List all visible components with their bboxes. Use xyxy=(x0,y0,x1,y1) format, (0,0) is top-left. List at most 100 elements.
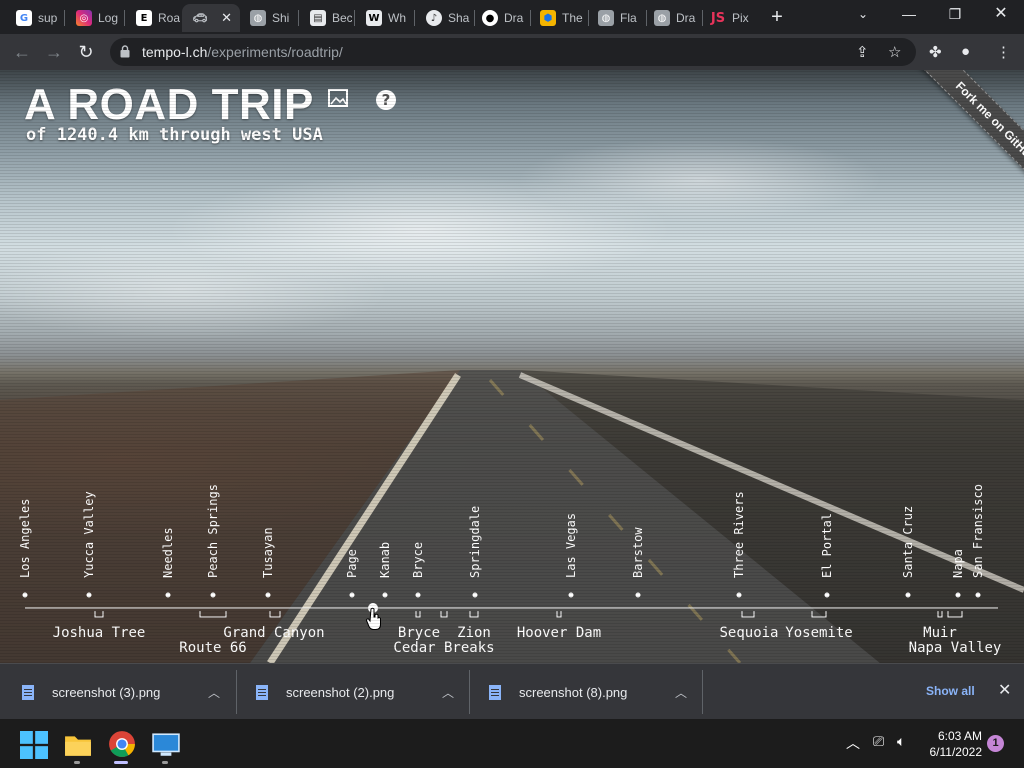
js-icon: JS xyxy=(710,10,726,26)
forward-button[interactable]: → xyxy=(42,40,66,64)
chevron-up-icon[interactable]: ︿ xyxy=(442,684,454,701)
stop-dot[interactable] xyxy=(165,592,171,598)
profile-avatar-icon[interactable]: ● xyxy=(961,43,970,60)
timeline-handle[interactable] xyxy=(368,603,378,613)
minimize-button[interactable]: — xyxy=(886,0,932,30)
stop-dot[interactable] xyxy=(905,592,911,598)
tab-wh[interactable]: W Wh xyxy=(356,4,412,32)
image-icon[interactable] xyxy=(328,89,350,109)
sight-bracket xyxy=(811,611,827,618)
share-icon[interactable]: ⇪ xyxy=(856,43,869,61)
stop-dot[interactable] xyxy=(824,592,830,598)
sight-label[interactable]: Yosemite xyxy=(785,625,852,641)
stop-dot[interactable] xyxy=(635,592,641,598)
stop-dot[interactable] xyxy=(568,592,574,598)
windows-taskbar: ︿ ⎚ 🔈︎ 6:03 AM 6/11/2022 1 xyxy=(0,719,1024,768)
file-explorer-icon[interactable] xyxy=(64,731,92,759)
stop-label[interactable]: Napa xyxy=(951,549,965,578)
help-icon[interactable]: ? xyxy=(376,90,396,110)
stop-label[interactable]: Kanab xyxy=(378,542,392,578)
remote-desktop-icon[interactable] xyxy=(152,731,180,759)
stop-dot[interactable] xyxy=(210,592,216,598)
taskbar-clock[interactable]: 6:03 AM 6/11/2022 xyxy=(916,728,983,760)
stop-dot[interactable] xyxy=(472,592,478,598)
stop-label[interactable]: Peach Springs xyxy=(206,484,220,578)
stop-dot[interactable] xyxy=(349,592,355,598)
notification-badge[interactable]: 1 xyxy=(987,735,1004,752)
fork-ribbon-label[interactable]: Fork me on GitHub xyxy=(915,70,1024,203)
sight-label[interactable]: Zion xyxy=(457,625,491,641)
stop-label[interactable]: Page xyxy=(345,549,359,578)
tab-fla[interactable]: ◍ Fla xyxy=(588,4,644,32)
stop-label[interactable]: San Fransisco xyxy=(971,484,985,578)
sight-label[interactable]: Napa Valley xyxy=(909,640,1002,656)
stop-label[interactable]: Three Rivers xyxy=(732,491,746,578)
sight-label[interactable]: Joshua Tree xyxy=(53,625,146,641)
stop-dot[interactable] xyxy=(265,592,271,598)
restore-button[interactable]: ❐ xyxy=(932,0,978,30)
stop-label[interactable]: Needles xyxy=(161,527,175,578)
stop-label[interactable]: Yucca Valley xyxy=(82,491,96,578)
download-item[interactable]: screenshot (3).png ︿ xyxy=(22,664,234,720)
sights-group: Joshua Tree Route 66Grand Canyon Bryce Zion… xyxy=(53,611,1002,656)
chrome-icon[interactable] xyxy=(108,730,136,758)
menu-kebab-icon[interactable]: ⋮ xyxy=(996,43,1011,61)
chevron-up-tray-icon[interactable]: ︿ xyxy=(846,733,860,753)
tab-pix[interactable]: JS Pix xyxy=(700,4,756,32)
sight-label[interactable]: Grand Canyon xyxy=(223,625,324,641)
tab-active-roadtrip[interactable]: 🚗︎ ✕ xyxy=(182,4,240,32)
tab-google[interactable]: G sup xyxy=(6,4,62,32)
tab-instagram[interactable]: ◎ Log xyxy=(66,4,122,32)
show-all-button[interactable]: Show all xyxy=(926,684,975,698)
github-icon: ● xyxy=(482,10,498,26)
bookmark-star-icon[interactable]: ☆ xyxy=(888,43,901,61)
stop-dot[interactable] xyxy=(86,592,92,598)
tab-bec[interactable]: ▤ Bec xyxy=(300,4,352,32)
google-icon: G xyxy=(16,10,32,26)
tab-sha[interactable]: ♪ Sha xyxy=(416,4,472,32)
sight-label[interactable]: Muir xyxy=(923,625,957,641)
sight-label[interactable]: Sequoia xyxy=(719,625,778,641)
sight-label[interactable]: Route 66 xyxy=(179,640,246,656)
stop-label[interactable]: Barstow xyxy=(631,527,645,578)
stop-label[interactable]: Los Angeles xyxy=(18,499,32,578)
stop-label[interactable]: Tusayan xyxy=(261,527,275,578)
stop-label[interactable]: El Portal xyxy=(820,513,834,578)
stop-dot[interactable] xyxy=(736,592,742,598)
sight-label[interactable]: Cedar Breaks xyxy=(393,640,494,656)
stop-dot[interactable] xyxy=(382,592,388,598)
network-icon[interactable]: ⎚ xyxy=(873,733,884,750)
stop-dot[interactable] xyxy=(415,592,421,598)
tab-dra[interactable]: ◍ Dra xyxy=(644,4,700,32)
chevron-up-icon[interactable]: ︿ xyxy=(208,684,220,701)
reload-button[interactable]: ↻ xyxy=(74,40,98,64)
stop-dot[interactable] xyxy=(22,592,28,598)
download-item[interactable]: screenshot (8).png ︿ xyxy=(489,664,701,720)
tab-the[interactable]: ⬢ The xyxy=(530,4,586,32)
tab-close-icon[interactable]: ✕ xyxy=(221,10,232,26)
extensions-puzzle-icon[interactable]: ✤ xyxy=(929,43,942,61)
stop-label[interactable]: Bryce xyxy=(411,542,425,578)
tab-search-icon[interactable]: ⌄ xyxy=(840,0,886,30)
url-text: tempo-l.ch/experiments/roadtrip/ xyxy=(142,44,343,60)
new-tab-button[interactable]: + xyxy=(766,6,788,28)
stop-label[interactable]: Las Vegas xyxy=(564,513,578,578)
download-item[interactable]: screenshot (2).png ︿ xyxy=(256,664,468,720)
tab-roadtrip-e[interactable]: E Roa xyxy=(126,4,180,32)
back-button[interactable]: ← xyxy=(10,40,34,64)
stop-label[interactable]: Santa Cruz xyxy=(901,506,915,578)
address-bar[interactable]: tempo-l.ch/experiments/roadtrip/ ⇪ ☆ xyxy=(110,38,916,66)
github-ribbon[interactable]: Fork me on GitHub xyxy=(884,70,1024,210)
chevron-up-icon[interactable]: ︿ xyxy=(675,684,687,701)
sight-label[interactable]: Hoover Dam xyxy=(517,625,601,641)
stop-label[interactable]: Springdale xyxy=(468,506,482,578)
sight-label[interactable]: Bryce xyxy=(398,625,440,641)
windows-start-icon[interactable] xyxy=(20,731,48,759)
tab-github[interactable]: ● Dra xyxy=(472,4,528,32)
close-shelf-icon[interactable]: ✕ xyxy=(998,680,1011,700)
volume-icon[interactable]: 🔈︎ xyxy=(897,733,905,750)
close-window-button[interactable]: ✕ xyxy=(978,0,1024,30)
stop-dot[interactable] xyxy=(975,592,981,598)
tab-shi[interactable]: ◍ Shi xyxy=(240,4,296,32)
stop-dot[interactable] xyxy=(955,592,961,598)
